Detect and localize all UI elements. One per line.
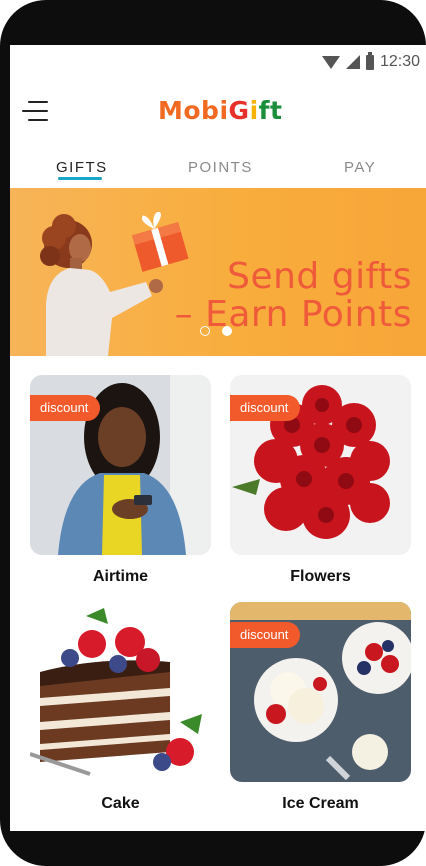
gift-card-flowers[interactable]: discount (230, 375, 411, 555)
carousel-dot-2[interactable] (222, 326, 232, 336)
status-time: 12:30 (379, 53, 420, 70)
banner-headline: Send gifts – Earn Points (175, 258, 412, 334)
gift-label-flowers: Flowers (290, 568, 351, 585)
active-tab-indicator (58, 177, 102, 180)
wifi-icon (321, 55, 340, 69)
app-logo: MobiGift (158, 96, 283, 125)
app-screen: 12:30 MobiGift GIFTS POINTS PAY Send gif… (10, 45, 426, 831)
app-header: MobiGift (10, 93, 426, 133)
gift-label-airtime: Airtime (92, 568, 149, 585)
discount-badge: discount (230, 395, 301, 421)
discount-badge: discount (30, 395, 101, 421)
gift-label-ice-cream: Ice Cream (282, 795, 359, 812)
carousel-dot-1[interactable] (200, 326, 210, 336)
discount-badge: discount (230, 622, 301, 648)
gift-card-airtime[interactable]: discount (30, 375, 211, 555)
gift-card-ice-cream[interactable]: discount (230, 602, 411, 782)
tab-bar: GIFTS POINTS PAY (10, 157, 426, 187)
tab-pay[interactable]: PAY (344, 159, 376, 176)
banner-line-1: Send gifts (227, 256, 412, 297)
tab-points[interactable]: POINTS (188, 159, 253, 176)
carousel-dots (200, 326, 232, 336)
status-bar: 12:30 (10, 45, 426, 79)
signal-icon (345, 55, 360, 69)
cake-photo (30, 602, 211, 782)
gift-label-cake: Cake (101, 795, 140, 812)
tab-gifts[interactable]: GIFTS (56, 159, 108, 176)
gift-card-cake[interactable] (30, 602, 211, 782)
promo-banner[interactable]: Send gifts – Earn Points (10, 188, 426, 356)
menu-icon[interactable] (22, 99, 48, 121)
battery-icon (365, 51, 374, 70)
phone-frame: 12:30 MobiGift GIFTS POINTS PAY Send gif… (0, 0, 426, 866)
